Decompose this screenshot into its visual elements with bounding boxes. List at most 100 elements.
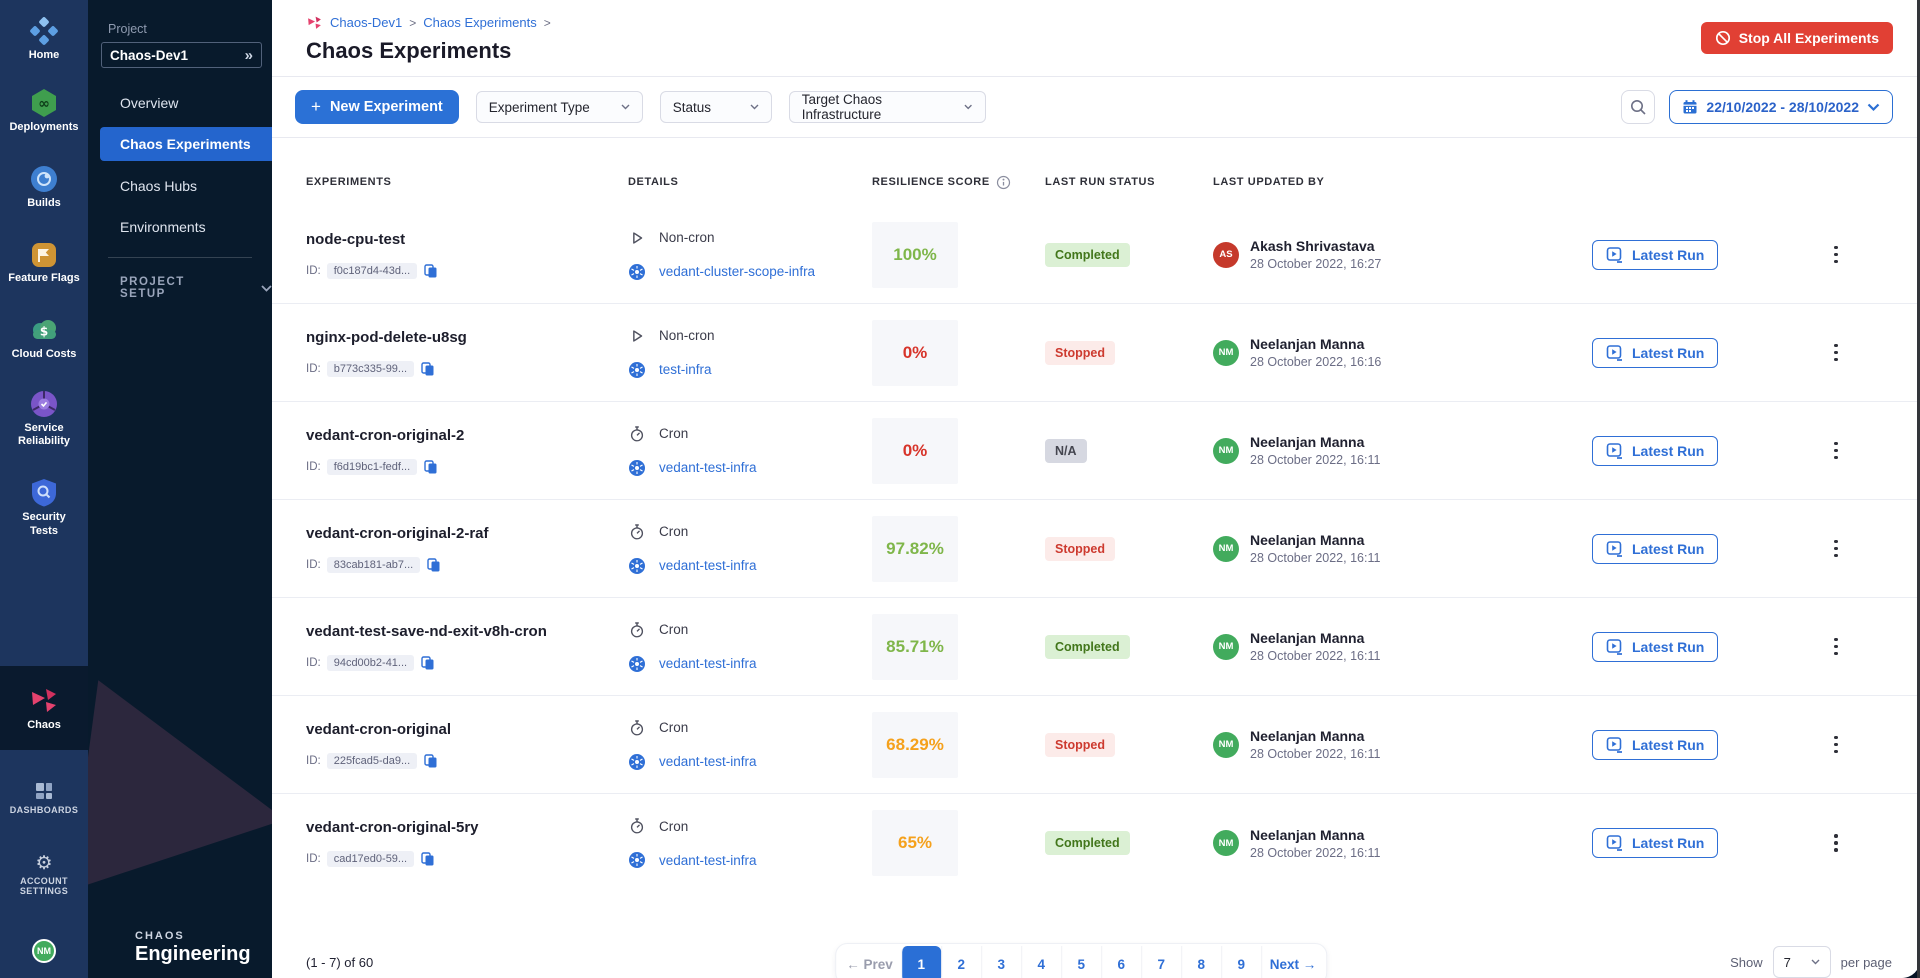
brand-small: CHAOS bbox=[135, 930, 251, 942]
infrastructure-link[interactable]: vedant-cluster-scope-infra bbox=[659, 264, 815, 279]
sidebar-item-environments[interactable]: Environments bbox=[88, 206, 272, 247]
rail-item-label: Home bbox=[7, 49, 81, 62]
status-badge: Stopped bbox=[1045, 733, 1115, 757]
sidebar-item-overview[interactable]: Overview bbox=[88, 82, 272, 123]
stopwatch-icon bbox=[628, 425, 646, 443]
score-cell: 68.29% bbox=[872, 712, 1045, 778]
updated-timestamp: 28 October 2022, 16:11 bbox=[1250, 551, 1380, 565]
breadcrumb: Chaos-Dev1 > Chaos Experiments > bbox=[306, 14, 1920, 31]
schedule-type-line: Cron bbox=[628, 817, 872, 835]
pagination-page-4[interactable]: 4 bbox=[1021, 946, 1061, 978]
toolbar: + New Experiment Experiment Type Status … bbox=[272, 77, 1920, 138]
latest-run-button[interactable]: Latest Run bbox=[1592, 730, 1718, 760]
copy-icon[interactable] bbox=[420, 655, 435, 671]
resilience-score: 85.71% bbox=[872, 614, 958, 680]
per-page-select[interactable]: 7 bbox=[1773, 946, 1831, 978]
filter-label: Target Chaos Infrastructure bbox=[802, 92, 955, 122]
rail-item-cloud-costs[interactable]: $ Cloud Costs bbox=[0, 315, 88, 361]
rail-user-avatar[interactable]: NM bbox=[0, 939, 88, 963]
pagination-page-9[interactable]: 9 bbox=[1221, 946, 1261, 978]
copy-icon[interactable] bbox=[423, 753, 438, 769]
infrastructure-link[interactable]: vedant-test-infra bbox=[659, 853, 757, 868]
id-label: ID: bbox=[306, 363, 321, 375]
kebab-icon bbox=[1834, 743, 1838, 747]
target-infrastructure-filter[interactable]: Target Chaos Infrastructure bbox=[789, 91, 986, 123]
infrastructure-link[interactable]: vedant-test-infra bbox=[659, 656, 757, 671]
infrastructure-link[interactable]: test-infra bbox=[659, 362, 712, 377]
date-range-picker[interactable]: 22/10/2022 - 28/10/2022 bbox=[1669, 90, 1893, 124]
copy-icon[interactable] bbox=[423, 263, 438, 279]
stopwatch-icon bbox=[628, 621, 646, 639]
status-filter[interactable]: Status bbox=[660, 91, 772, 123]
row-menu-button[interactable] bbox=[1822, 829, 1850, 857]
rail-item-label: Deployments bbox=[7, 121, 81, 134]
schedule-type-label: Non-cron bbox=[659, 230, 715, 245]
rail-item-chaos[interactable]: Chaos bbox=[0, 666, 88, 750]
breadcrumb-page[interactable]: Chaos Experiments bbox=[423, 15, 536, 30]
project-label: Project bbox=[108, 22, 272, 36]
search-button[interactable] bbox=[1621, 90, 1655, 124]
breadcrumb-project[interactable]: Chaos-Dev1 bbox=[330, 15, 402, 30]
pagination-prev[interactable]: ← Prev bbox=[838, 946, 901, 978]
pagination-page-1[interactable]: 1 bbox=[901, 946, 941, 978]
info-icon[interactable] bbox=[996, 175, 1011, 190]
copy-icon[interactable] bbox=[420, 361, 435, 377]
experiment-name: vedant-cron-original-2 bbox=[306, 427, 628, 444]
infrastructure-link[interactable]: vedant-test-infra bbox=[659, 754, 757, 769]
user-name: Neelanjan Manna bbox=[1250, 434, 1380, 450]
rail-item-dashboards[interactable]: DASHBOARDS bbox=[0, 780, 88, 816]
run-view-icon bbox=[1606, 736, 1624, 754]
row-menu-button[interactable] bbox=[1822, 731, 1850, 759]
latest-run-button[interactable]: Latest Run bbox=[1592, 632, 1718, 662]
copy-icon[interactable] bbox=[426, 557, 441, 573]
chevron-down-icon bbox=[1811, 959, 1820, 965]
rail-item-feature-flags[interactable]: Feature Flags bbox=[0, 241, 88, 285]
rail-item-security-tests[interactable]: Security Tests bbox=[0, 478, 88, 537]
user-name: Neelanjan Manna bbox=[1250, 827, 1380, 843]
rail-item-home[interactable]: Home bbox=[0, 16, 88, 62]
security-tests-icon bbox=[30, 478, 58, 508]
pagination-page-2[interactable]: 2 bbox=[941, 946, 981, 978]
row-menu-button[interactable] bbox=[1822, 241, 1850, 269]
sidebar-item-chaos-experiments[interactable]: Chaos Experiments bbox=[100, 127, 272, 161]
rail-item-deployments[interactable]: ∞ Deployments bbox=[0, 88, 88, 134]
stop-all-experiments-button[interactable]: Stop All Experiments bbox=[1701, 22, 1893, 54]
details-cell: Cron vedant-test-infra bbox=[628, 719, 872, 771]
copy-icon[interactable] bbox=[420, 851, 435, 867]
project-setup-toggle[interactable]: PROJECT SETUP bbox=[88, 276, 272, 300]
pagination-page-6[interactable]: 6 bbox=[1101, 946, 1141, 978]
infrastructure-link[interactable]: vedant-test-infra bbox=[659, 460, 757, 475]
table-row: vedant-test-save-nd-exit-v8h-cron ID: 94… bbox=[272, 598, 1920, 696]
row-menu-button[interactable] bbox=[1822, 535, 1850, 563]
copy-icon[interactable] bbox=[423, 459, 438, 475]
latest-run-button[interactable]: Latest Run bbox=[1592, 338, 1718, 368]
new-experiment-button[interactable]: + New Experiment bbox=[295, 90, 459, 124]
pagination-page-8[interactable]: 8 bbox=[1181, 946, 1221, 978]
rail-item-builds[interactable]: Builds bbox=[0, 164, 88, 210]
row-menu-button[interactable] bbox=[1822, 339, 1850, 367]
chevron-down-icon bbox=[964, 104, 972, 110]
sidebar-item-chaos-hubs[interactable]: Chaos Hubs bbox=[88, 165, 272, 206]
latest-run-button[interactable]: Latest Run bbox=[1592, 240, 1718, 270]
pagination-next[interactable]: Next → bbox=[1261, 946, 1325, 978]
project-selector[interactable]: Chaos-Dev1 » bbox=[101, 42, 262, 68]
pagination-page-3[interactable]: 3 bbox=[981, 946, 1021, 978]
infrastructure-link[interactable]: vedant-test-infra bbox=[659, 558, 757, 573]
avatar: NM bbox=[1213, 634, 1239, 660]
row-menu-button[interactable] bbox=[1822, 437, 1850, 465]
experiment-id-line: ID: f6d19bc1-fedf... bbox=[306, 459, 628, 475]
rail-item-label: ACCOUNT SETTINGS bbox=[13, 876, 75, 898]
experiment-id-line: ID: cad17ed0-59... bbox=[306, 851, 628, 867]
experiment-id: f6d19bc1-fedf... bbox=[327, 459, 417, 475]
rail-item-account-settings[interactable]: ⚙ ACCOUNT SETTINGS bbox=[0, 854, 88, 898]
experiment-type-filter[interactable]: Experiment Type bbox=[476, 91, 643, 123]
filter-label: Experiment Type bbox=[489, 100, 590, 115]
latest-run-button[interactable]: Latest Run bbox=[1592, 828, 1718, 858]
row-menu-button[interactable] bbox=[1822, 633, 1850, 661]
pagination-page-5[interactable]: 5 bbox=[1061, 946, 1101, 978]
experiment-cell: node-cpu-test ID: f0c187d4-43d... bbox=[306, 231, 628, 279]
pagination-page-7[interactable]: 7 bbox=[1141, 946, 1181, 978]
rail-item-service-reliability[interactable]: Service Reliability bbox=[0, 389, 88, 448]
latest-run-button[interactable]: Latest Run bbox=[1592, 436, 1718, 466]
latest-run-button[interactable]: Latest Run bbox=[1592, 534, 1718, 564]
